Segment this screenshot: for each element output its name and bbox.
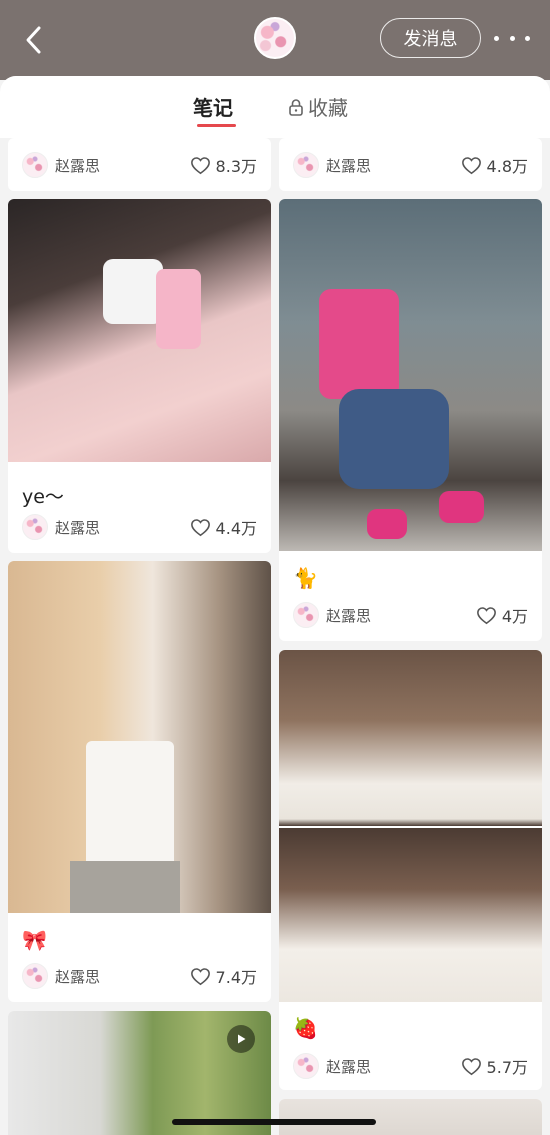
avatar[interactable]: [254, 17, 296, 59]
jeans: [339, 389, 449, 489]
like-count: 4万: [501, 607, 528, 626]
note-cover-image[interactable]: [279, 1099, 542, 1135]
note-title: 🍓: [293, 1018, 318, 1040]
tab-notes[interactable]: 笔记: [193, 92, 233, 121]
heart-icon: [476, 606, 496, 624]
card-meta: 赵露思 4万: [293, 600, 528, 630]
heart-icon: [190, 967, 210, 985]
note-cover-image[interactable]: [279, 650, 542, 1002]
card-meta: 赵露思 7.4万: [22, 961, 257, 991]
author-avatar[interactable]: [22, 963, 48, 989]
author-avatar[interactable]: [293, 1053, 319, 1079]
note-card[interactable]: [8, 1011, 271, 1135]
back-button[interactable]: [18, 20, 50, 60]
note-cover-video[interactable]: [8, 1011, 271, 1135]
profile-sheet: 笔记 收藏 赵露思 8.3万 ye～ 赵露思 4.4万 🎀 赵露思 7.4万 赵…: [0, 76, 550, 1135]
author-avatar[interactable]: [22, 514, 48, 540]
note-title: 🎀: [22, 930, 47, 952]
dot-icon: [525, 35, 530, 41]
like-count: 5.7万: [486, 1058, 528, 1077]
author-name[interactable]: 赵露思: [326, 1056, 371, 1077]
card-meta: 赵露思 5.7万: [293, 1051, 528, 1081]
card-meta: 赵露思 4.4万: [22, 512, 257, 542]
slipper: [439, 491, 484, 523]
note-title: 🐈: [293, 568, 318, 590]
author-name[interactable]: 赵露思: [55, 517, 100, 538]
card-meta: 赵露思 8.3万: [22, 150, 257, 180]
author-avatar[interactable]: [22, 152, 48, 178]
top-bar: 发消息: [0, 0, 550, 80]
home-indicator[interactable]: [172, 1119, 376, 1125]
tab-favorites-label: 收藏: [308, 96, 348, 120]
author-avatar[interactable]: [293, 602, 319, 628]
pink-top: [319, 289, 399, 399]
author-avatar[interactable]: [293, 152, 319, 178]
author-name[interactable]: 赵露思: [326, 605, 371, 626]
white-top: [86, 741, 174, 881]
tab-bar: 笔记 收藏: [0, 76, 550, 138]
dot-icon: [494, 35, 499, 41]
like-count: 4.4万: [215, 519, 257, 538]
like-button[interactable]: 7.4万: [190, 964, 257, 988]
heart-icon: [190, 156, 210, 174]
play-icon: [227, 1025, 255, 1053]
note-cover-image[interactable]: [8, 199, 271, 462]
like-button[interactable]: 8.3万: [190, 153, 257, 177]
like-count: 8.3万: [215, 157, 257, 176]
note-card[interactable]: 赵露思 8.3万: [8, 138, 271, 191]
author-name[interactable]: 赵露思: [55, 966, 100, 987]
tab-favorites[interactable]: 收藏: [288, 92, 348, 121]
face-mask: [103, 259, 163, 324]
note-card[interactable]: [279, 1099, 542, 1135]
slipper: [367, 509, 407, 539]
like-button[interactable]: 5.7万: [461, 1054, 528, 1078]
lock-icon: [289, 98, 303, 116]
like-button[interactable]: 4.8万: [461, 153, 528, 177]
author-name[interactable]: 赵露思: [55, 155, 100, 176]
active-tab-indicator: [197, 124, 236, 127]
like-count: 7.4万: [215, 968, 257, 987]
heart-icon: [461, 1057, 481, 1075]
note-cover-image[interactable]: [8, 561, 271, 913]
note-title: ye～: [22, 486, 64, 508]
author-name[interactable]: 赵露思: [326, 155, 371, 176]
note-card[interactable]: 🎀 赵露思 7.4万: [8, 561, 271, 1002]
more-options-button[interactable]: [494, 28, 530, 48]
phone-case: [156, 269, 201, 349]
skirt: [70, 861, 180, 913]
collage-divider: [279, 826, 542, 828]
dot-icon: [509, 35, 515, 41]
note-card[interactable]: ye～ 赵露思 4.4万: [8, 199, 271, 553]
note-card[interactable]: 赵露思 4.8万: [279, 138, 542, 191]
note-card[interactable]: 🐈 赵露思 4万: [279, 199, 542, 641]
like-button[interactable]: 4.4万: [190, 515, 257, 539]
like-button[interactable]: 4万: [476, 603, 528, 627]
chevron-left-icon: [26, 26, 41, 54]
heart-icon: [190, 518, 210, 536]
like-count: 4.8万: [486, 157, 528, 176]
send-message-button[interactable]: 发消息: [380, 18, 481, 58]
note-cover-image[interactable]: [279, 199, 542, 551]
card-meta: 赵露思 4.8万: [293, 150, 528, 180]
heart-icon: [461, 156, 481, 174]
note-card[interactable]: 🍓 赵露思 5.7万: [279, 650, 542, 1090]
